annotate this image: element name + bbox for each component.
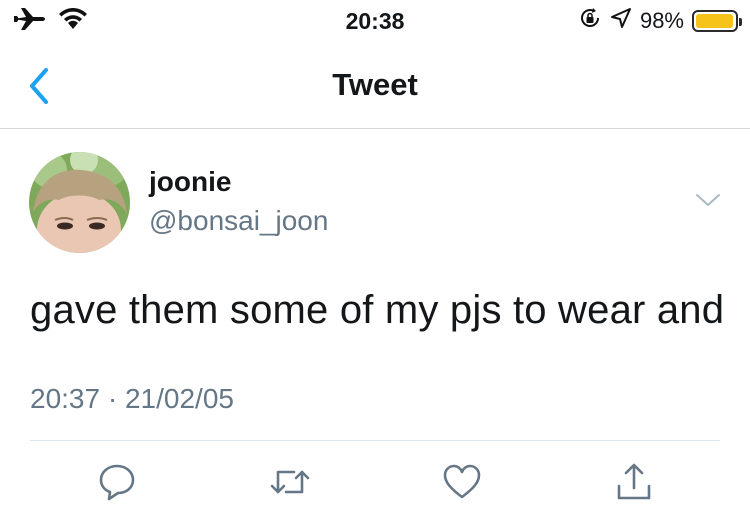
like-button[interactable] [440,460,484,504]
chevron-down-icon [696,194,720,206]
share-button[interactable] [612,460,656,504]
retweet-button[interactable] [268,460,312,504]
status-right: 98% [578,6,742,35]
page-title: Tweet [332,67,418,102]
tweet-actions [0,460,750,510]
more-options-button[interactable] [694,190,722,210]
battery-cap [739,17,742,26]
meta-separator: · [107,383,118,414]
status-bar: 20:38 98% [0,0,750,40]
tweet-timestamp: 20:37 · 21/02/05 [30,383,234,415]
reply-button[interactable] [95,460,139,504]
battery-fill [696,13,733,28]
user-handle[interactable]: @bonsai_joon [149,205,328,237]
orientation-lock-icon [578,6,602,35]
retweet-icon [270,470,310,494]
reply-icon [99,464,135,501]
share-icon [617,463,651,500]
nav-bar: Tweet [0,40,750,129]
battery-icon [692,9,742,32]
battery-percent: 98% [639,7,684,33]
heart-icon [443,464,481,499]
tweet-date: 21/02/05 [124,383,234,414]
display-name[interactable]: joonie [149,166,231,198]
avatar[interactable] [29,152,130,253]
tweet-time: 20:37 [30,383,101,414]
location-icon [610,7,632,34]
tweet-text: gave them some of my pjs to wear and [30,288,725,332]
divider [30,440,720,441]
